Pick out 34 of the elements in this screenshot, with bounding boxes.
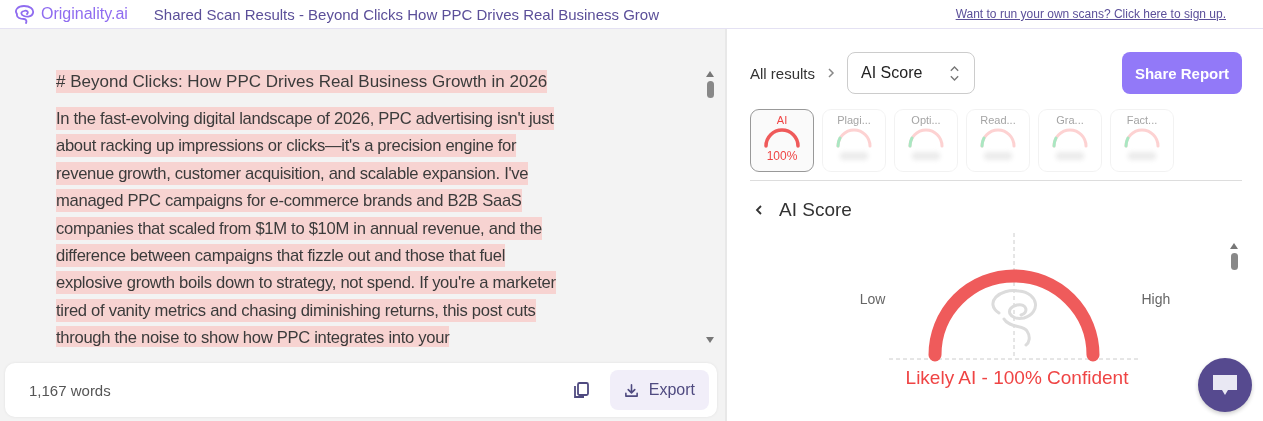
back-icon[interactable] <box>755 204 763 216</box>
brand-name[interactable]: Originality.ai <box>41 5 128 23</box>
sort-icon <box>949 64 961 82</box>
gauge-icon <box>1122 127 1162 149</box>
gauge-icon <box>762 127 802 149</box>
score-selector[interactable]: AI Score <box>847 52 976 94</box>
score-tab[interactable]: AI 100% <box>750 109 814 172</box>
gauge-icon <box>1050 127 1090 149</box>
score-tab[interactable]: Read... <box>966 109 1030 172</box>
copy-icon <box>571 381 590 399</box>
gauge-icon <box>834 127 874 149</box>
gauge-icon <box>978 127 1018 149</box>
document-heading: # Beyond Clicks: How PPC Drives Real Business Growth in 2026 <box>56 70 548 93</box>
brain-logo-icon <box>12 4 36 24</box>
score-tab[interactable]: Opti... <box>894 109 958 172</box>
score-tab[interactable]: Gra... <box>1038 109 1102 172</box>
verdict: Likely AI - 100% Confident <box>904 367 1130 389</box>
section-title: AI Score <box>779 199 852 221</box>
score-tab[interactable]: Fact... <box>1110 109 1174 172</box>
share-report-button[interactable]: Share Report <box>1122 52 1242 94</box>
download-icon <box>623 382 639 398</box>
chat-button[interactable] <box>1198 358 1252 412</box>
signup-link[interactable]: Want to run your own scans? Click here to sign up. <box>955 7 1226 21</box>
breadcrumb-link[interactable]: All results <box>750 64 816 82</box>
gauge-icon <box>906 127 946 149</box>
scrollbar[interactable] <box>705 71 715 343</box>
word-count: 1,167 words <box>29 381 111 399</box>
score-tab[interactable]: Plagi... <box>822 109 886 172</box>
chevron-right-icon <box>827 67 836 79</box>
document-paragraph: In the fast-evolving digital landscape of 2026, PPC advertising isn't just about racking up impressions or clicks—it's a precision engine for revenue growth, customer acquisition, and scalable expansion. I've managed PPC campaigns for e-commerce brands and B2B SaaS companies that scaled from $1M to $10M in annual revenue, and the difference between campaigns that fizzle out and those that fuel explosive growth boils down to strategy, not spend. If you're a marketer tired of vanity metrics and chasing diminishing returns, this post cuts through the noise to show how PPC integrates into your <box>56 106 557 347</box>
page-title: Shared Scan Results - Beyond Clicks How PPC Drives Real Business Grow <box>153 5 660 23</box>
export-button[interactable]: Export <box>609 370 709 410</box>
low-label: Low <box>859 291 886 307</box>
high-label: High <box>1141 291 1171 307</box>
